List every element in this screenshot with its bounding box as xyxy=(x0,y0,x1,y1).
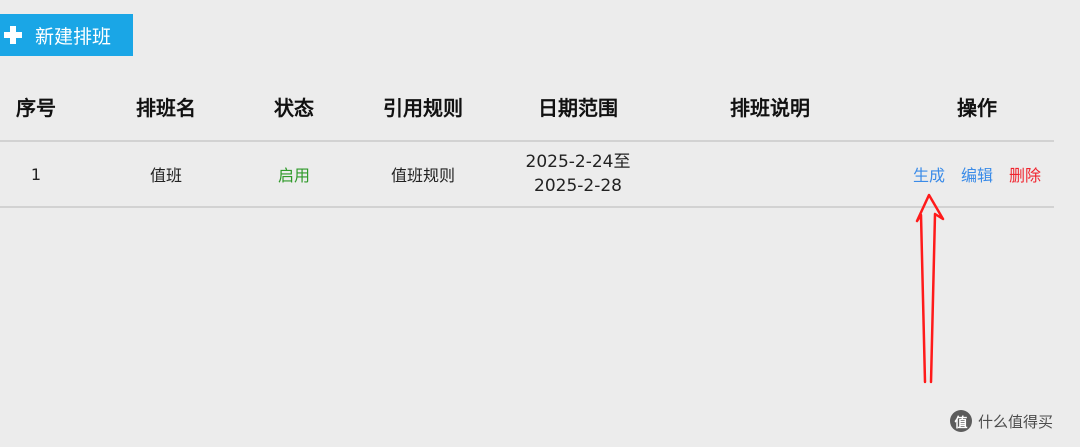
watermark: 值 什么值得买 xyxy=(950,410,1053,432)
annotation-arrow xyxy=(915,193,945,384)
watermark-text: 什么值得买 xyxy=(978,412,1054,431)
watermark-logo-icon: 值 xyxy=(950,410,972,432)
